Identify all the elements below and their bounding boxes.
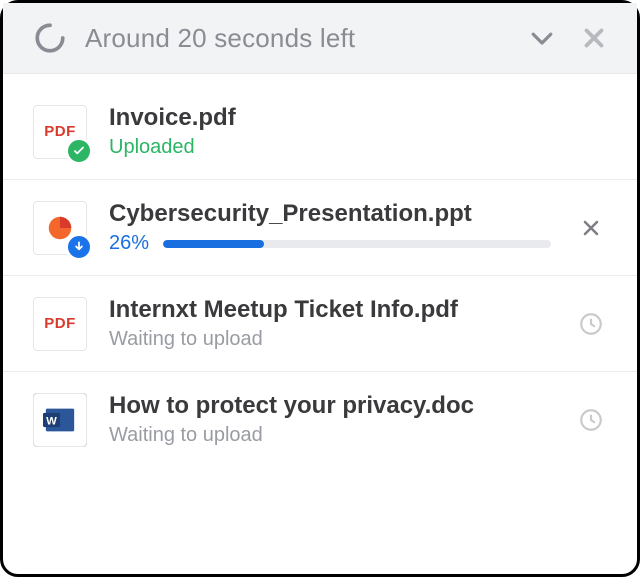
file-status: 26% [109,232,551,255]
file-list: PDF Invoice.pdf Uploaded [3,74,637,574]
upload-header: Around 20 seconds left [3,3,637,74]
close-panel-button[interactable] [577,21,611,55]
upload-panel: Around 20 seconds left PDF Invoice.pdf U… [3,3,637,574]
pdf-icon: PDF [33,297,87,351]
file-name: Invoice.pdf [109,104,609,132]
list-item: Cybersecurity_Presentation.ppt 26% [3,180,637,276]
collapse-button[interactable] [525,21,559,55]
close-icon [579,23,609,53]
check-badge-icon [65,137,93,165]
file-info: Cybersecurity_Presentation.ppt 26% [109,200,551,255]
file-status: Uploaded [109,136,609,159]
chevron-down-icon [527,23,557,53]
file-name: How to protect your privacy.doc [109,392,551,420]
list-item: PDF Invoice.pdf Uploaded [3,84,637,180]
file-info: How to protect your privacy.doc Waiting … [109,392,551,447]
clock-icon [578,407,604,433]
file-thumbnail: W [33,393,87,447]
list-item: PDF Internxt Meetup Ticket Info.pdf Wait… [3,276,637,372]
header-title: Around 20 seconds left [85,23,507,54]
list-item: W How to protect your privacy.doc Waitin… [3,372,637,467]
download-badge-icon [65,233,93,261]
file-status: Waiting to upload [109,424,551,447]
file-thumbnail: PDF [33,297,87,351]
file-thumbnail: PDF [33,105,87,159]
file-info: Invoice.pdf Uploaded [109,104,609,159]
file-name: Cybersecurity_Presentation.ppt [109,200,551,228]
file-info: Internxt Meetup Ticket Info.pdf Waiting … [109,296,551,351]
close-icon [579,216,603,240]
doc-icon: W [33,393,87,447]
waiting-indicator [573,402,609,438]
progress-bar [163,240,551,248]
clock-icon [578,311,604,337]
progress-bar-fill [163,240,264,248]
file-name: Internxt Meetup Ticket Info.pdf [109,296,551,324]
svg-text:W: W [46,415,57,427]
progress-percent: 26% [109,232,149,255]
waiting-indicator [573,306,609,342]
progress-spinner-icon [33,21,67,55]
cancel-upload-button[interactable] [573,210,609,246]
file-thumbnail [33,201,87,255]
file-status: Waiting to upload [109,328,551,351]
